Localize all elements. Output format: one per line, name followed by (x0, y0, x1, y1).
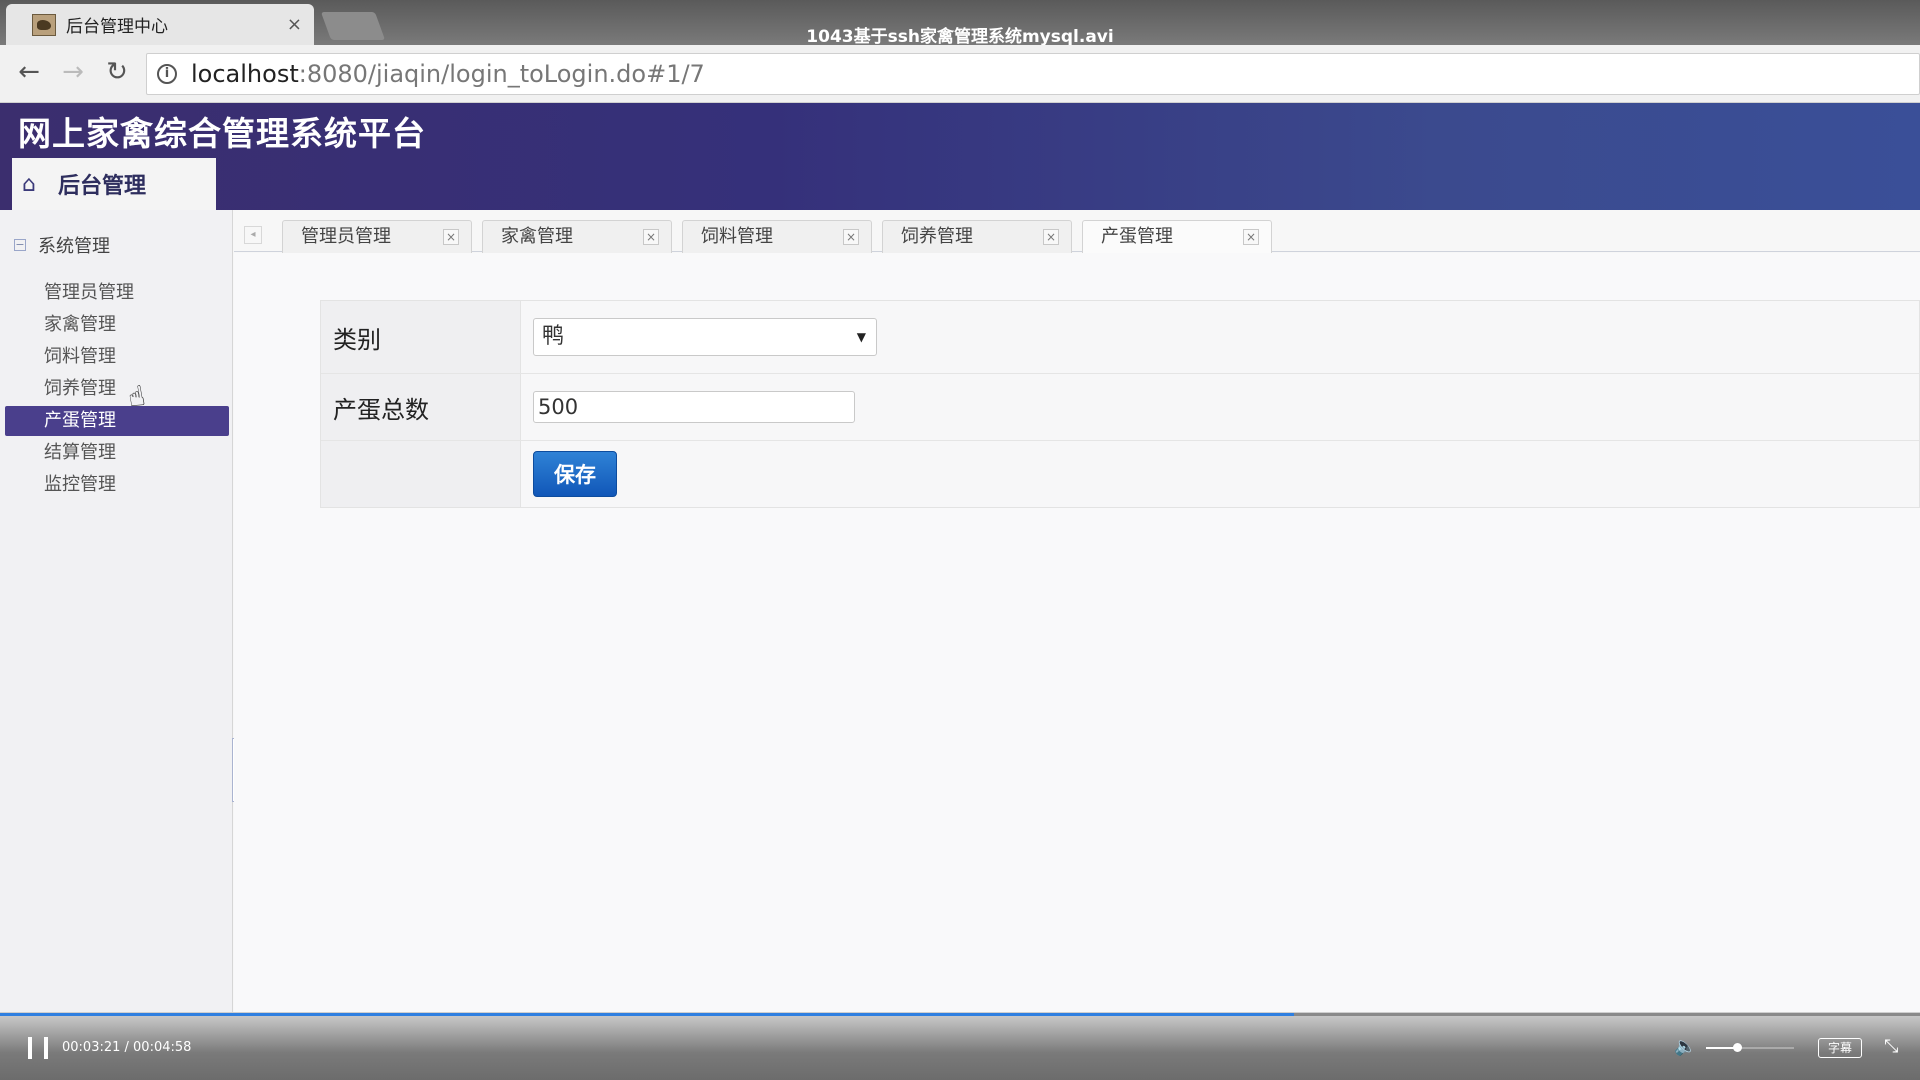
url-text: localhost:8080/jiaqin/login_toLogin.do#1… (191, 60, 705, 88)
video-progress-track[interactable] (0, 1013, 1920, 1016)
content-tabstrip: ◂ 管理员管理 × 家禽管理 × 饲料管理 × 饲养管理 × 产蛋管理 × (234, 214, 1920, 254)
save-button[interactable]: 保存 (533, 451, 617, 497)
egg-form: 类别 鸭 ▼ 产蛋总数 500 保存 (320, 300, 1920, 508)
tab-label: 产蛋管理 (1101, 226, 1173, 247)
form-row-category: 类别 鸭 ▼ (321, 301, 1919, 374)
collapse-minus-icon[interactable]: − (14, 239, 26, 251)
sidebar-group-system[interactable]: − 系统管理 (14, 232, 110, 258)
forward-arrow-icon[interactable]: → (56, 57, 90, 87)
sidebar-item-monitor[interactable]: 监控管理 (5, 470, 229, 500)
address-bar[interactable]: i localhost:8080/jiaqin/login_toLogin.do… (146, 53, 1920, 95)
video-time: 00:03:21 / 00:04:58 (62, 1040, 192, 1055)
info-icon[interactable]: i (157, 64, 177, 84)
home-tab[interactable]: ⌂ 后台管理 (12, 158, 216, 210)
category-label: 类别 (321, 301, 521, 373)
sidebar-item-eggs[interactable]: 产蛋管理 (5, 406, 229, 436)
tab-label: 饲养管理 (901, 226, 973, 247)
sidebar-item-poultry[interactable]: 家禽管理 (5, 310, 229, 340)
form-row-egg-total: 产蛋总数 500 (321, 374, 1919, 441)
volume-icon[interactable]: 🔈 (1674, 1036, 1696, 1057)
sidebar-group-label: 系统管理 (38, 236, 110, 257)
app-title: 网上家禽综合管理系统平台 (18, 114, 426, 153)
category-select[interactable]: 鸭 ▼ (533, 318, 877, 356)
tab-admin[interactable]: 管理员管理 × (282, 220, 472, 253)
exit-fullscreen-icon[interactable]: ⤡ (1884, 1036, 1898, 1057)
form-row-actions: 保存 (321, 441, 1919, 507)
video-player-bar (0, 1012, 1920, 1080)
tab-poultry[interactable]: 家禽管理 × (482, 220, 672, 253)
actions-cell: 保存 (521, 441, 1919, 507)
category-selected-value: 鸭 (542, 324, 565, 349)
content-area: 类别 鸭 ▼ 产蛋总数 500 保存 (234, 253, 1920, 1013)
tab-label: 饲料管理 (701, 226, 773, 247)
volume-knob[interactable] (1732, 1043, 1742, 1052)
category-cell: 鸭 ▼ (521, 301, 1919, 373)
egg-total-label: 产蛋总数 (321, 374, 521, 440)
sidebar: − 系统管理 管理员管理 家禽管理 饲料管理 饲养管理 产蛋管理 结算管理 监控… (0, 210, 233, 1012)
tab-close-icon[interactable]: × (443, 229, 459, 245)
egg-total-cell: 500 (521, 374, 1919, 440)
tab-close-icon[interactable]: × (1243, 229, 1259, 245)
tab-eggs[interactable]: 产蛋管理 × (1082, 220, 1272, 254)
sidebar-item-admin[interactable]: 管理员管理 (5, 278, 229, 308)
tab-raising[interactable]: 饲养管理 × (882, 220, 1072, 253)
browser-navbar: ← → ↻ i localhost:8080/jiaqin/login_toLo… (0, 45, 1920, 103)
home-icon: ⌂ (22, 171, 36, 197)
reload-icon[interactable]: ↻ (100, 57, 134, 87)
subtitle-button[interactable]: 字幕 (1818, 1038, 1862, 1058)
back-arrow-icon[interactable]: ← (12, 57, 46, 87)
video-progress-fill (0, 1013, 1295, 1016)
tab-close-icon[interactable]: × (643, 229, 659, 245)
sidebar-item-settlement[interactable]: 结算管理 (5, 438, 229, 468)
tab-label: 家禽管理 (501, 226, 573, 247)
tab-close-icon[interactable]: × (843, 229, 859, 245)
actions-label-spacer (321, 441, 521, 507)
tab-scroll-left-icon[interactable]: ◂ (244, 226, 262, 244)
sidebar-item-feed[interactable]: 饲料管理 (5, 342, 229, 372)
tab-feed[interactable]: 饲料管理 × (682, 220, 872, 253)
dropdown-arrow-icon: ▼ (856, 330, 866, 344)
pause-icon[interactable] (28, 1037, 48, 1059)
screen: { "browser": { "tab_title": "后台管理中心", "t… (0, 0, 1920, 1080)
tab-label: 管理员管理 (301, 226, 391, 247)
sidebar-item-raising[interactable]: 饲养管理 (5, 374, 229, 404)
volume-slider[interactable] (1706, 1043, 1794, 1052)
home-tab-label: 后台管理 (57, 174, 146, 199)
video-title: 1043基于ssh家禽管理系统mysql.avi (806, 27, 1114, 47)
egg-total-input[interactable]: 500 (533, 391, 855, 423)
app-header: 网上家禽综合管理系统平台 ⌂ 后台管理 (0, 103, 1920, 210)
tab-close-icon[interactable]: × (1043, 229, 1059, 245)
